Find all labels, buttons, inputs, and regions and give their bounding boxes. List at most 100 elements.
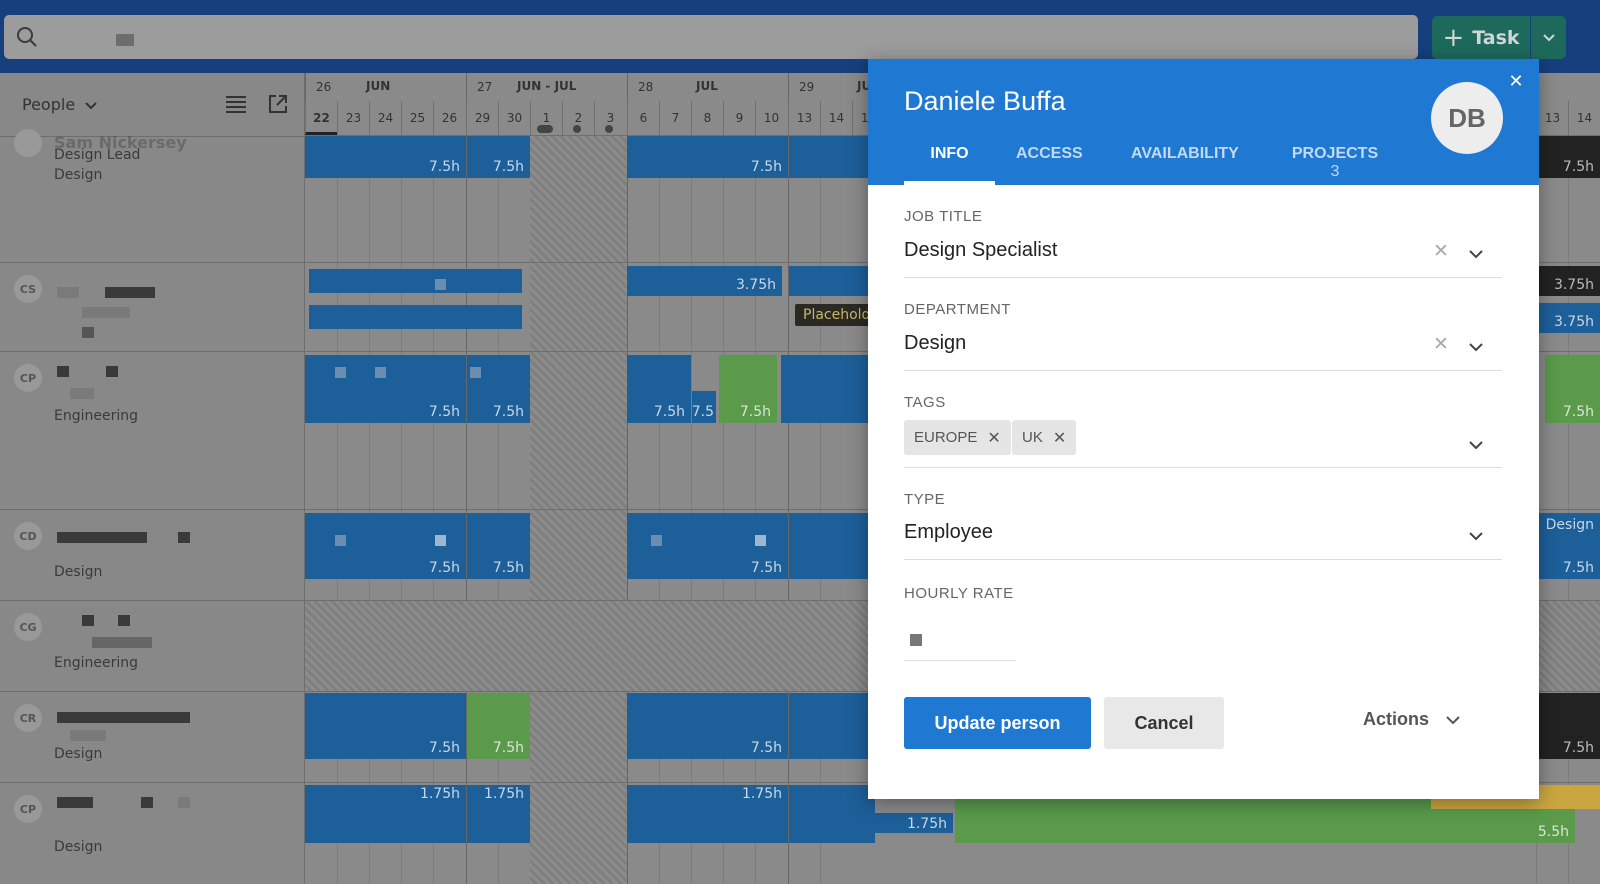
allocation-bar[interactable]: 7.5h <box>467 136 530 178</box>
close-icon[interactable]: ✕ <box>1506 71 1526 92</box>
clear-icon[interactable]: ✕ <box>1433 240 1449 262</box>
person-edit-modal: Daniele Buffa ✕ DB INFO ACCESS AVAILABIL… <box>868 59 1539 799</box>
allocation-bar[interactable]: 7.5h <box>305 355 466 423</box>
person-row[interactable]: CG Engineering <box>0 601 305 692</box>
day-header: 8 <box>691 101 723 135</box>
actions-dropdown[interactable]: Actions <box>1363 709 1461 730</box>
chevron-down-icon[interactable] <box>1468 435 1484 454</box>
allocation-bar[interactable]: 7.5h <box>467 693 530 759</box>
allocation-bar[interactable]: 1.75h <box>467 785 530 843</box>
tag-label: UK <box>1022 429 1043 446</box>
tab-info[interactable]: INFO <box>904 145 995 185</box>
allocation-bar[interactable]: 7.5h <box>467 513 530 579</box>
type-label: TYPE <box>904 491 946 508</box>
update-person-button[interactable]: Update person <box>904 697 1091 749</box>
chevron-down-icon[interactable] <box>1468 526 1484 545</box>
allocation-bar[interactable] <box>789 136 875 178</box>
allocation-bar[interactable]: 3.75h <box>1536 266 1600 296</box>
tab-access[interactable]: ACCESS <box>1016 145 1083 185</box>
allocation-bar[interactable]: 7.5 <box>692 391 716 423</box>
chevron-down-icon <box>85 95 97 114</box>
avatar <box>14 129 42 157</box>
allocation-bar[interactable]: 1.75h <box>305 785 466 843</box>
chevron-down-icon[interactable] <box>1468 244 1484 263</box>
tag-chip[interactable]: UK ✕ <box>1012 420 1077 455</box>
plus-icon: + <box>1442 22 1465 53</box>
allocation-bar[interactable]: 7.5h <box>467 355 530 423</box>
person-row[interactable]: CD Design <box>0 510 305 601</box>
person-row[interactable]: CP Design <box>0 783 305 884</box>
people-sidebar: People Sam Nickersey Design Lead Design … <box>0 73 305 884</box>
allocation-bar[interactable]: 7.5h <box>627 693 788 759</box>
allocation-bar[interactable]: 7.5h <box>627 355 691 423</box>
allocation-bar[interactable] <box>309 269 522 293</box>
allocation-bar[interactable] <box>789 693 875 759</box>
people-view-dropdown[interactable]: People <box>22 95 97 114</box>
allocation-bar[interactable]: 1.75h <box>627 785 788 843</box>
modal-header: Daniele Buffa ✕ DB INFO ACCESS AVAILABIL… <box>868 59 1539 185</box>
day-header: 26 <box>433 101 465 135</box>
add-task-button[interactable]: + Task <box>1432 16 1530 59</box>
allocation-bar[interactable] <box>781 355 875 423</box>
hourly-rate-redacted <box>910 634 922 646</box>
person-department: Engineering <box>54 655 138 671</box>
person-title: Design Lead <box>54 147 141 163</box>
allocation-bar[interactable]: 7.5h <box>1529 136 1600 178</box>
job-title-select[interactable]: Design Specialist <box>904 239 1057 262</box>
export-icon[interactable] <box>268 94 288 118</box>
people-header: People <box>0 73 305 137</box>
allocation-bar[interactable]: 7.5h <box>719 355 777 423</box>
avatar: CG <box>14 613 42 641</box>
tab-availability[interactable]: AVAILABILITY <box>1131 145 1239 185</box>
allocation-bar[interactable]: 7.5h <box>627 513 788 579</box>
remove-tag-icon[interactable]: ✕ <box>1053 428 1066 448</box>
allocation-bar[interactable]: 3.75h <box>1536 303 1600 333</box>
placeholder-chip[interactable]: Placehold <box>795 304 879 326</box>
allocation-bar[interactable]: 1.75h <box>875 813 953 833</box>
person-department: Design <box>54 746 103 762</box>
week-header: 28 JUL <box>627 73 788 101</box>
day-header: 6 <box>627 101 659 135</box>
type-select[interactable]: Employee <box>904 521 993 544</box>
person-row[interactable]: CS <box>0 263 305 352</box>
allocation-bar[interactable] <box>789 513 875 579</box>
avatar: CD <box>14 522 42 550</box>
department-select[interactable]: Design <box>904 332 966 355</box>
task-options-dropdown[interactable] <box>1531 16 1566 59</box>
search-input[interactable] <box>4 15 1418 59</box>
remove-tag-icon[interactable]: ✕ <box>987 428 1000 448</box>
allocation-bar[interactable]: 3.75h <box>627 266 782 296</box>
person-row[interactable]: CR Design <box>0 692 305 783</box>
projects-count: 3 <box>1330 163 1340 180</box>
avatar: CP <box>14 795 42 823</box>
person-row[interactable]: Sam Nickersey Design Lead Design <box>0 129 305 263</box>
tab-projects[interactable]: PROJECTS 3 <box>1289 145 1381 185</box>
avatar: CP <box>14 364 42 392</box>
person-row[interactable]: CP Engineering <box>0 352 305 510</box>
hourly-rate-input[interactable] <box>904 660 1016 661</box>
day-header: 13 <box>788 101 820 135</box>
cancel-button[interactable]: Cancel <box>1104 697 1224 749</box>
search-redacted-text <box>116 34 134 46</box>
allocation-bar[interactable] <box>309 305 522 329</box>
week-header: 26 JUN <box>305 73 466 101</box>
person-avatar[interactable]: DB <box>1431 82 1503 154</box>
tag-chip[interactable]: EUROPE ✕ <box>904 420 1011 455</box>
list-view-icon[interactable] <box>226 95 246 117</box>
allocation-bar[interactable]: 7.5h <box>1536 693 1600 759</box>
allocation-bar[interactable]: 7.5h <box>627 136 788 178</box>
allocation-bar[interactable] <box>789 266 875 296</box>
person-department: Engineering <box>54 408 138 424</box>
chevron-down-icon <box>1542 28 1556 47</box>
week-header: 27 JUN - JUL <box>466 73 627 101</box>
allocation-bar[interactable]: 7.5h <box>305 513 466 579</box>
chevron-down-icon <box>1445 709 1461 730</box>
allocation-bar[interactable]: 7.5h <box>1545 355 1600 423</box>
allocation-bar[interactable]: 7.5h <box>305 136 466 178</box>
allocation-bar[interactable] <box>789 785 875 843</box>
allocation-bar[interactable]: Design 7.5h <box>1536 513 1600 579</box>
clear-icon[interactable]: ✕ <box>1433 333 1449 355</box>
chevron-down-icon[interactable] <box>1468 337 1484 356</box>
actions-label: Actions <box>1363 709 1430 729</box>
allocation-bar[interactable]: 7.5h <box>305 693 466 759</box>
